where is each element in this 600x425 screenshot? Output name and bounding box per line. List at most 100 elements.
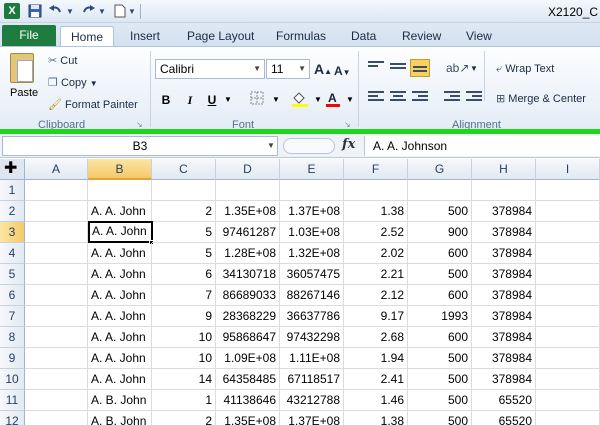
cell-c8[interactable]: 10 [152, 327, 216, 348]
cell-c6[interactable]: 7 [152, 285, 216, 306]
cell-f6[interactable]: 2.12 [344, 285, 408, 306]
customize-toolbar-icon[interactable]: ▼ [128, 4, 136, 19]
shrink-font-button[interactable]: A▼ [334, 63, 351, 79]
cell-c11[interactable]: 1 [152, 390, 216, 411]
cell-c1[interactable] [152, 180, 216, 201]
cell-i2[interactable] [536, 201, 600, 222]
cell-i12[interactable] [536, 411, 600, 425]
row-header[interactable]: 1 [0, 180, 25, 201]
name-box[interactable]: B3 [2, 136, 278, 156]
cell-c9[interactable]: 10 [152, 348, 216, 369]
font-color-dropdown-icon[interactable]: ▼ [342, 91, 358, 109]
cell-f8[interactable]: 2.68 [344, 327, 408, 348]
borders-dropdown-icon[interactable]: ▼ [268, 91, 284, 109]
cell-d12[interactable]: 1.35E+08 [216, 411, 280, 425]
cell-i7[interactable] [536, 306, 600, 327]
insert-function-icon[interactable]: fx [342, 137, 355, 152]
tab-page-layout[interactable]: Page Layout [187, 26, 254, 46]
cell-d1[interactable] [216, 180, 280, 201]
column-header-i[interactable]: I [536, 159, 600, 180]
cell-h7[interactable]: 378984 [472, 306, 536, 327]
cell-c7[interactable]: 9 [152, 306, 216, 327]
cell-d6[interactable]: 86689033 [216, 285, 280, 306]
cell-b4[interactable]: A. A. John [88, 243, 152, 264]
column-header-h[interactable]: H [472, 159, 536, 180]
cell-c2[interactable]: 2 [152, 201, 216, 222]
tab-data[interactable]: Data [351, 26, 376, 46]
cut-button[interactable]: ✂ Cut [48, 53, 77, 69]
paste-button[interactable]: Paste [10, 87, 38, 99]
merge-center-button[interactable]: ⊞ Merge & Center [496, 91, 586, 107]
cell-g2[interactable]: 500 [408, 201, 472, 222]
row-header[interactable]: 6 [0, 285, 25, 306]
cell-f7[interactable]: 9.17 [344, 306, 408, 327]
cell-d8[interactable]: 95868647 [216, 327, 280, 348]
formula-bar-splitter[interactable] [283, 138, 335, 154]
cell-f9[interactable]: 1.94 [344, 348, 408, 369]
cell-d2[interactable]: 1.35E+08 [216, 201, 280, 222]
save-icon[interactable] [28, 4, 42, 19]
cell-i8[interactable] [536, 327, 600, 348]
active-cell[interactable]: A. A. John [88, 221, 153, 243]
cell-a6[interactable] [25, 285, 88, 306]
column-header-b[interactable]: B [88, 159, 152, 180]
cell-e12[interactable]: 1.37E+08 [280, 411, 344, 425]
underline-dropdown-icon[interactable]: ▼ [220, 91, 236, 109]
tab-formulas[interactable]: Formulas [276, 26, 326, 46]
cell-a9[interactable] [25, 348, 88, 369]
cell-a5[interactable] [25, 264, 88, 285]
cell-g9[interactable]: 500 [408, 348, 472, 369]
cell-a1[interactable] [25, 180, 88, 201]
cell-e7[interactable]: 36637786 [280, 306, 344, 327]
column-header-g[interactable]: G [408, 159, 472, 180]
cell-d11[interactable]: 41138646 [216, 390, 280, 411]
cell-i4[interactable] [536, 243, 600, 264]
cell-e4[interactable]: 1.32E+08 [280, 243, 344, 264]
orientation-icon[interactable]: ab↗ [446, 60, 469, 76]
format-painter-button[interactable]: 🖌 Format Painter [48, 97, 138, 113]
cell-b11[interactable]: A. B. John [88, 390, 152, 411]
cell-c3[interactable]: 5 [152, 222, 216, 243]
cell-b2[interactable]: A. A. John [88, 201, 152, 222]
font-name-select[interactable]: Calibri ▼ [155, 59, 265, 79]
grow-font-button[interactable]: A▲ [314, 61, 332, 77]
cell-h11[interactable]: 65520 [472, 390, 536, 411]
cell-g3[interactable]: 900 [408, 222, 472, 243]
cell-c12[interactable]: 2 [152, 411, 216, 425]
cell-g8[interactable]: 600 [408, 327, 472, 348]
column-header-e[interactable]: E [280, 159, 344, 180]
cell-i10[interactable] [536, 369, 600, 390]
column-header-c[interactable]: C [152, 159, 216, 180]
cell-a12[interactable] [25, 411, 88, 425]
cell-h10[interactable]: 378984 [472, 369, 536, 390]
cell-b8[interactable]: A. A. John [88, 327, 152, 348]
borders-button[interactable] [246, 91, 268, 109]
cell-i11[interactable] [536, 390, 600, 411]
cell-h1[interactable] [472, 180, 536, 201]
cell-b6[interactable]: A. A. John [88, 285, 152, 306]
cell-f12[interactable]: 1.38 [344, 411, 408, 425]
cell-g6[interactable]: 600 [408, 285, 472, 306]
cell-a10[interactable] [25, 369, 88, 390]
top-align-icon[interactable] [368, 61, 384, 75]
bold-button[interactable]: B [158, 91, 174, 109]
cell-a11[interactable] [25, 390, 88, 411]
bottom-align-icon[interactable] [410, 59, 430, 77]
cell-h5[interactable]: 378984 [472, 264, 536, 285]
cell-e1[interactable] [280, 180, 344, 201]
cell-a2[interactable] [25, 201, 88, 222]
new-document-icon[interactable] [114, 4, 126, 19]
cell-d4[interactable]: 1.28E+08 [216, 243, 280, 264]
wrap-text-button[interactable]: ⤶ Wrap Text [496, 61, 554, 77]
row-header[interactable]: 5 [0, 264, 25, 285]
tab-file[interactable]: File [2, 25, 56, 46]
row-header[interactable]: 11 [0, 390, 25, 411]
cell-d10[interactable]: 64358485 [216, 369, 280, 390]
cell-c5[interactable]: 6 [152, 264, 216, 285]
cell-e2[interactable]: 1.37E+08 [280, 201, 344, 222]
italic-button[interactable]: I [182, 91, 198, 109]
cell-d9[interactable]: 1.09E+08 [216, 348, 280, 369]
increase-indent-icon[interactable] [466, 91, 482, 105]
paste-icon[interactable] [10, 53, 34, 83]
cell-a7[interactable] [25, 306, 88, 327]
